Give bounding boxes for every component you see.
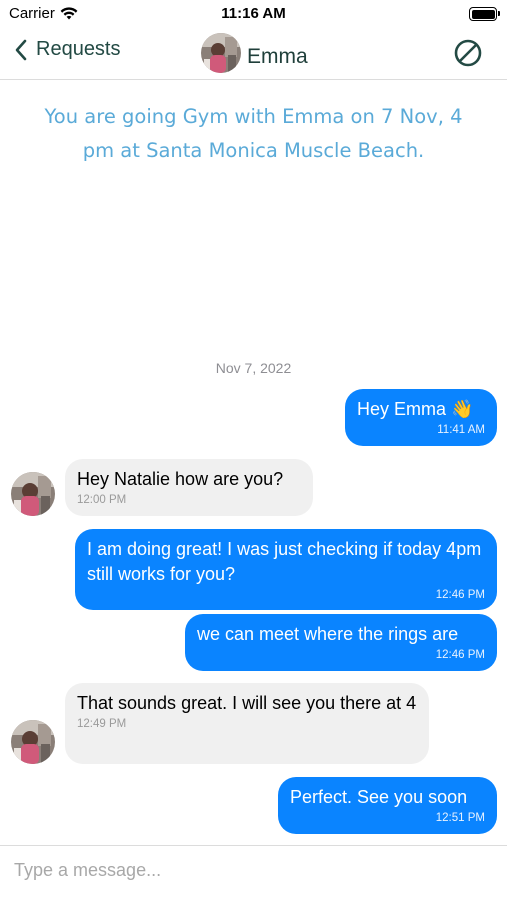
status-bar: Carrier 11:16 AM <box>0 0 507 28</box>
message-time: 12:46 PM <box>435 649 485 661</box>
message-text: Perfect. See you soon <box>290 787 468 807</box>
message-time: 12:51 PM <box>435 812 485 824</box>
outgoing-message[interactable]: I am doing great! I was just checking if… <box>75 529 497 610</box>
message-input[interactable] <box>14 856 484 884</box>
status-time: 11:16 AM <box>221 5 286 22</box>
message-text: Hey Natalie how are you? <box>77 469 284 489</box>
message-time: 12:46 PM <box>435 589 485 601</box>
plan-banner: You are going Gym with Emma on 7 Nov, 4 … <box>44 105 463 162</box>
outgoing-message[interactable]: we can meet where the rings are 12:46 PM <box>185 614 497 671</box>
message-time: 12:49 PM <box>77 718 127 730</box>
back-button-label: Requests <box>36 38 121 60</box>
contact-header[interactable]: Emma <box>201 33 308 73</box>
navigation-bar: Requests Emma <box>0 28 507 80</box>
contact-name: Emma <box>247 45 308 68</box>
message-time: 12:00 PM <box>77 494 127 506</box>
message-text: Hey Emma 👋 <box>357 399 474 419</box>
message-composer <box>0 845 507 900</box>
block-button[interactable] <box>453 38 483 73</box>
battery-icon <box>469 7 500 21</box>
incoming-message[interactable]: That sounds great. I will see you there … <box>65 683 429 764</box>
chevron-left-icon <box>15 39 27 60</box>
contact-avatar[interactable] <box>201 33 241 73</box>
incoming-message[interactable]: Hey Natalie how are you? 12:00 PM <box>65 459 313 516</box>
message-text: That sounds great. I will see you there … <box>77 693 417 713</box>
outgoing-message[interactable]: Hey Emma 👋 11:41 AM <box>345 389 497 446</box>
incoming-avatar[interactable] <box>11 720 55 764</box>
message-text: I am doing great! I was just checking if… <box>87 539 482 584</box>
incoming-avatar[interactable] <box>11 472 55 516</box>
message-text: we can meet where the rings are <box>197 624 459 644</box>
message-time: 11:41 AM <box>437 424 485 436</box>
outgoing-message[interactable]: Perfect. See you soon 12:51 PM <box>278 777 497 834</box>
date-separator: Nov 7, 2022 <box>215 360 292 376</box>
back-button[interactable]: Requests <box>14 38 121 61</box>
block-icon <box>454 39 482 67</box>
